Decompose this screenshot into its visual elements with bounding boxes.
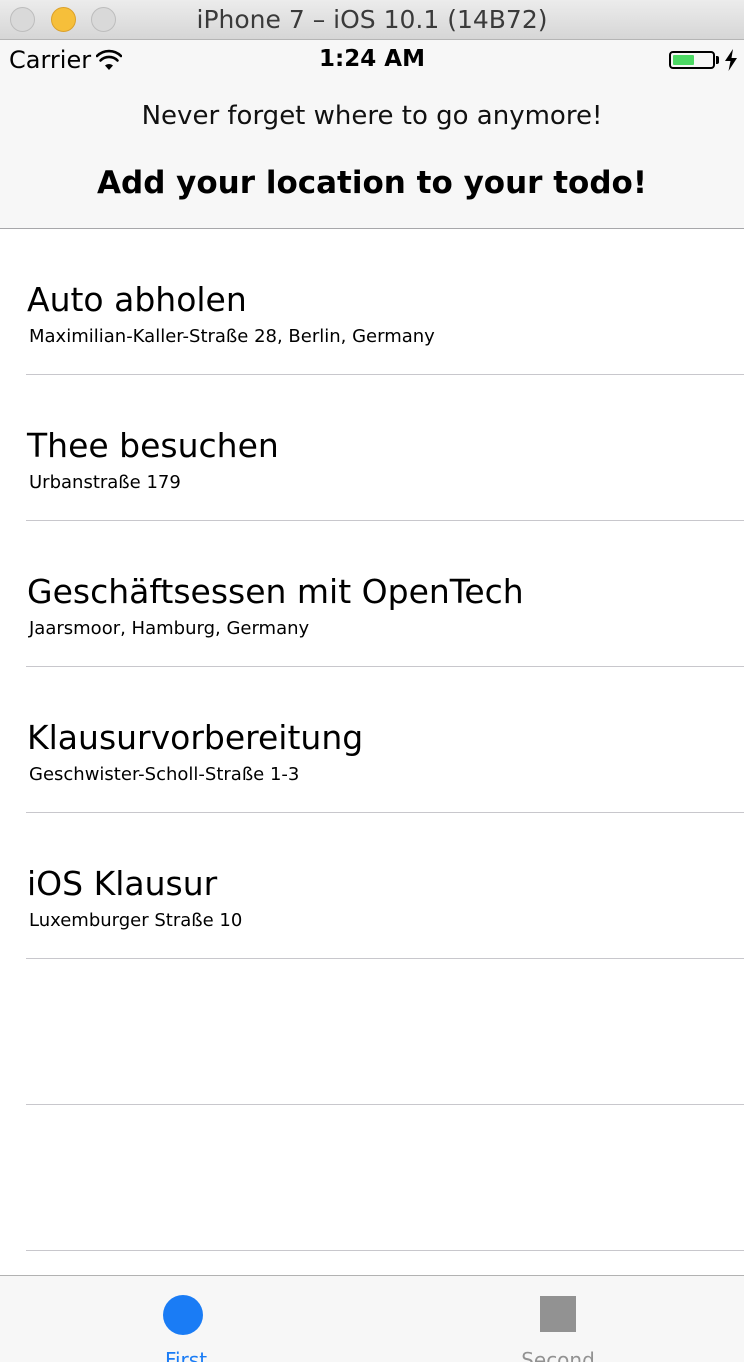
empty-table-row <box>0 1105 744 1251</box>
todo-location: Luxemburger Straße 10 <box>29 910 243 931</box>
tab-first[interactable]: First <box>0 1276 372 1362</box>
charging-bolt-icon <box>725 49 737 71</box>
todo-cell[interactable]: Auto abholen Maximilian-Kaller-Straße 28… <box>0 229 744 375</box>
todo-cell[interactable]: iOS Klausur Luxemburger Straße 10 <box>0 813 744 959</box>
todo-cell[interactable]: Geschäftsessen mit OpenTech Jaarsmoor, H… <box>0 521 744 667</box>
todo-cell[interactable]: Thee besuchen Urbanstraße 179 <box>0 375 744 521</box>
battery-tip <box>716 56 719 64</box>
todo-location: Urbanstraße 179 <box>29 472 181 493</box>
simulator-window: iPhone 7 – iOS 10.1 (14B72) Carrier 1:24… <box>0 0 744 1362</box>
todo-title: Geschäftsessen mit OpenTech <box>27 572 524 611</box>
todo-title: iOS Klausur <box>27 864 218 903</box>
tab-label: Second <box>521 1348 595 1362</box>
todo-location: Geschwister-Scholl-Straße 1-3 <box>29 764 300 785</box>
todo-table[interactable]: Auto abholen Maximilian-Kaller-Straße 28… <box>0 229 744 1251</box>
simulator-title-bar: iPhone 7 – iOS 10.1 (14B72) <box>0 0 744 40</box>
battery-icon <box>669 51 715 69</box>
tab-label: First <box>164 1348 208 1362</box>
tab-bar: First Second <box>0 1275 744 1362</box>
todo-title: Thee besuchen <box>27 426 279 465</box>
square-icon <box>540 1296 576 1332</box>
todo-location: Jaarsmoor, Hamburg, Germany <box>29 618 310 639</box>
window-title: iPhone 7 – iOS 10.1 (14B72) <box>196 5 548 34</box>
header-subtitle: Never forget where to go anymore! <box>141 101 603 131</box>
status-bar: Carrier 1:24 AM <box>0 40 744 82</box>
todo-cell[interactable]: Klausurvorbereitung Geschwister-Scholl-S… <box>0 667 744 813</box>
todo-title: Auto abholen <box>27 280 247 319</box>
battery-level-fill <box>673 55 694 65</box>
empty-table-row <box>0 959 744 1105</box>
header-title: Add your location to your todo! <box>97 165 647 201</box>
tab-second[interactable]: Second <box>372 1276 744 1362</box>
app-header: Never forget where to go anymore! Add yo… <box>0 82 744 229</box>
todo-title: Klausurvorbereitung <box>27 718 364 757</box>
status-time: 1:24 AM <box>319 46 425 72</box>
todo-location: Maximilian-Kaller-Straße 28, Berlin, Ger… <box>29 326 435 347</box>
circle-icon <box>163 1295 203 1335</box>
